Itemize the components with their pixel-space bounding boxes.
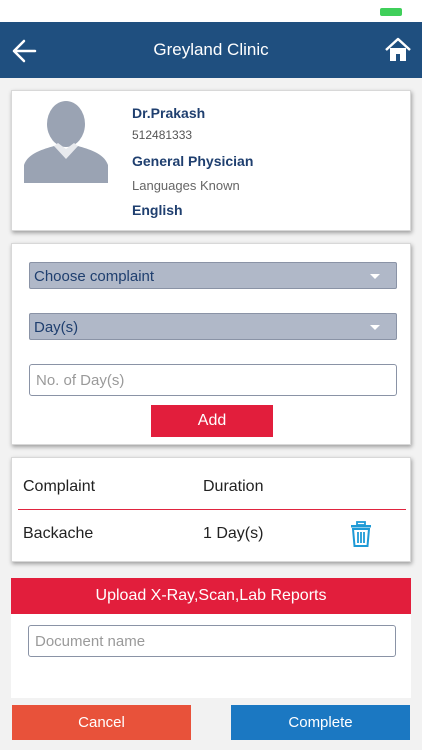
upload-card: Upload X-Ray,Scan,Lab Reports — [11, 578, 411, 698]
complaint-select-value: Choose complaint — [34, 268, 155, 285]
document-name-input[interactable] — [28, 625, 396, 657]
app-header: Greyland Clinic — [0, 22, 422, 78]
home-icon[interactable] — [384, 36, 412, 64]
languages-value: English — [132, 202, 183, 218]
languages-label: Languages Known — [132, 178, 240, 193]
table-divider — [18, 509, 406, 510]
days-count-input[interactable] — [29, 364, 397, 396]
upload-header: Upload X-Ray,Scan,Lab Reports — [11, 578, 411, 614]
cancel-button[interactable]: Cancel — [12, 705, 191, 740]
doctor-specialty: General Physician — [132, 153, 254, 169]
complaints-table: Complaint Duration Backache 1 Day(s) — [11, 457, 411, 562]
avatar — [24, 101, 108, 183]
complete-button[interactable]: Complete — [231, 705, 410, 740]
complaint-form-card: Choose complaint Day(s) Add — [11, 243, 411, 445]
complaint-select[interactable]: Choose complaint — [29, 262, 397, 289]
doctor-id: 512481333 — [132, 128, 193, 142]
row-complaint: Backache — [23, 525, 94, 542]
duration-unit-select[interactable]: Day(s) — [29, 313, 397, 340]
column-header-complaint: Complaint — [23, 478, 96, 495]
chevron-down-icon — [370, 325, 380, 330]
row-duration: 1 Day(s) — [203, 525, 264, 542]
status-bar — [0, 0, 422, 22]
doctor-card: Dr.Prakash 512481333 General Physician L… — [11, 90, 411, 231]
trash-icon[interactable] — [349, 521, 373, 547]
doctor-name: Dr.Prakash — [132, 105, 206, 121]
column-header-duration: Duration — [203, 478, 264, 495]
duration-unit-value: Day(s) — [34, 319, 79, 336]
add-complaint-button[interactable]: Add — [151, 405, 273, 437]
chevron-down-icon — [370, 274, 380, 279]
battery-icon — [380, 8, 402, 16]
page-title: Greyland Clinic — [153, 40, 269, 59]
